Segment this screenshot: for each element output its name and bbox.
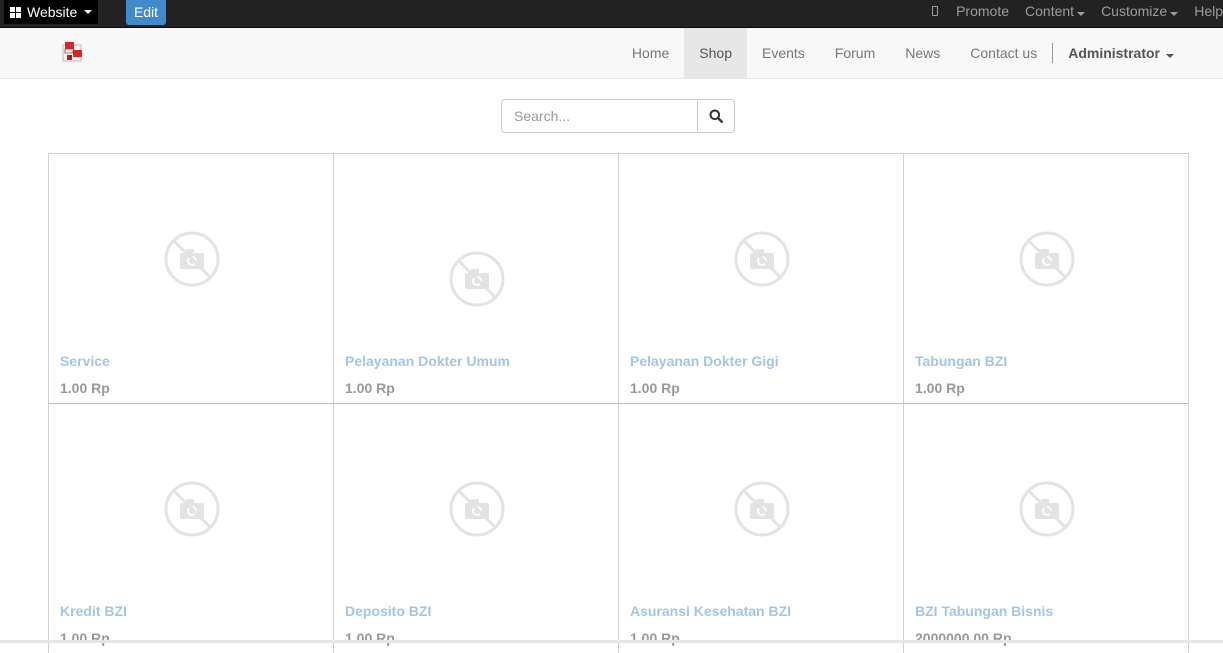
product-card[interactable]: Tabungan BZI 1.00 Rp [903, 153, 1189, 403]
user-name: Administrator [1068, 45, 1160, 61]
product-card[interactable]: Deposito BZI 1.00 Rp [333, 403, 618, 653]
product-name[interactable]: Service [60, 353, 110, 369]
content-menu-label: Content [1025, 3, 1075, 19]
product-grid: Service 1.00 Rp Pelayanan Dokter Umum 1.… [48, 153, 1189, 653]
search-button[interactable] [697, 99, 735, 133]
nav-forum[interactable]: Forum [820, 28, 890, 78]
nav-home[interactable]: Home [617, 28, 684, 78]
product-name[interactable]: Kredit BZI [60, 603, 127, 619]
product-name[interactable]: Asuransi Kesehatan BZI [630, 603, 791, 619]
nav-events[interactable]: Events [747, 28, 820, 78]
caret-down-icon [1077, 12, 1086, 16]
site-navbar: Home Shop Events Forum News Contact us A… [0, 28, 1223, 79]
product-row: Service 1.00 Rp Pelayanan Dokter Umum 1.… [48, 153, 1189, 403]
customize-menu-label: Customize [1101, 3, 1168, 19]
main-nav: Home Shop Events Forum News Contact us A… [617, 28, 1189, 78]
product-price: 1.00 Rp [915, 380, 965, 396]
windows-icon [10, 6, 21, 18]
product-card[interactable]: Service 1.00 Rp [48, 153, 333, 403]
content-menu[interactable]: Content [1017, 0, 1093, 22]
product-name[interactable]: BZI Tabungan Bisnis [915, 603, 1053, 619]
product-price: 1.00 Rp [630, 380, 680, 396]
no-image-camera-icon [164, 481, 220, 537]
product-price: 2000000.00 Rp [915, 630, 1012, 646]
product-price: 1.00 Rp [60, 380, 110, 396]
no-image-camera-icon [449, 251, 505, 307]
admin-right-menu: Promote Content Customize Help [932, 0, 1223, 22]
customize-menu[interactable]: Customize [1093, 0, 1186, 22]
product-price: 1.00 Rp [630, 630, 680, 646]
site-logo[interactable] [62, 41, 84, 63]
user-menu[interactable]: Administrator [1053, 28, 1189, 78]
no-image-camera-icon [734, 481, 790, 537]
product-price: 1.00 Rp [60, 630, 110, 646]
product-search [501, 99, 735, 133]
product-card[interactable]: BZI Tabungan Bisnis 2000000.00 Rp [903, 403, 1189, 653]
no-image-camera-icon [164, 231, 220, 287]
product-price: 1.00 Rp [345, 380, 395, 396]
mobile-preview-icon[interactable] [932, 6, 939, 16]
caret-down-icon [1170, 12, 1179, 16]
product-row: Kredit BZI 1.00 Rp Deposito BZI 1.00 Rp … [48, 403, 1189, 653]
caret-down-icon [84, 10, 93, 14]
product-card[interactable]: Asuransi Kesehatan BZI 1.00 Rp [618, 403, 903, 653]
product-card[interactable]: Pelayanan Dokter Gigi 1.00 Rp [618, 153, 903, 403]
product-price: 1.00 Rp [345, 630, 395, 646]
no-image-camera-icon [734, 231, 790, 287]
no-image-camera-icon [449, 481, 505, 537]
product-card[interactable]: Pelayanan Dokter Umum 1.00 Rp [333, 153, 618, 403]
help-menu[interactable]: Help [1186, 0, 1223, 22]
website-menu[interactable]: Website [4, 0, 99, 24]
edit-button[interactable]: Edit [126, 0, 166, 25]
nav-shop[interactable]: Shop [684, 28, 747, 78]
promote-menu[interactable]: Promote [948, 0, 1017, 22]
no-image-camera-icon [1019, 481, 1075, 537]
product-card[interactable]: Kredit BZI 1.00 Rp [48, 403, 333, 653]
search-input[interactable] [501, 99, 697, 133]
website-menu-label: Website [27, 4, 78, 20]
search-icon [709, 109, 723, 123]
nav-news[interactable]: News [890, 28, 955, 78]
product-name[interactable]: Tabungan BZI [915, 353, 1007, 369]
product-name[interactable]: Pelayanan Dokter Umum [345, 353, 510, 369]
admin-bar: Website Edit Promote Content Customize H… [0, 0, 1223, 28]
nav-contact-us[interactable]: Contact us [955, 28, 1052, 78]
no-image-camera-icon [1019, 231, 1075, 287]
caret-down-icon [1166, 54, 1174, 58]
product-name[interactable]: Deposito BZI [345, 603, 431, 619]
product-name[interactable]: Pelayanan Dokter Gigi [630, 353, 779, 369]
